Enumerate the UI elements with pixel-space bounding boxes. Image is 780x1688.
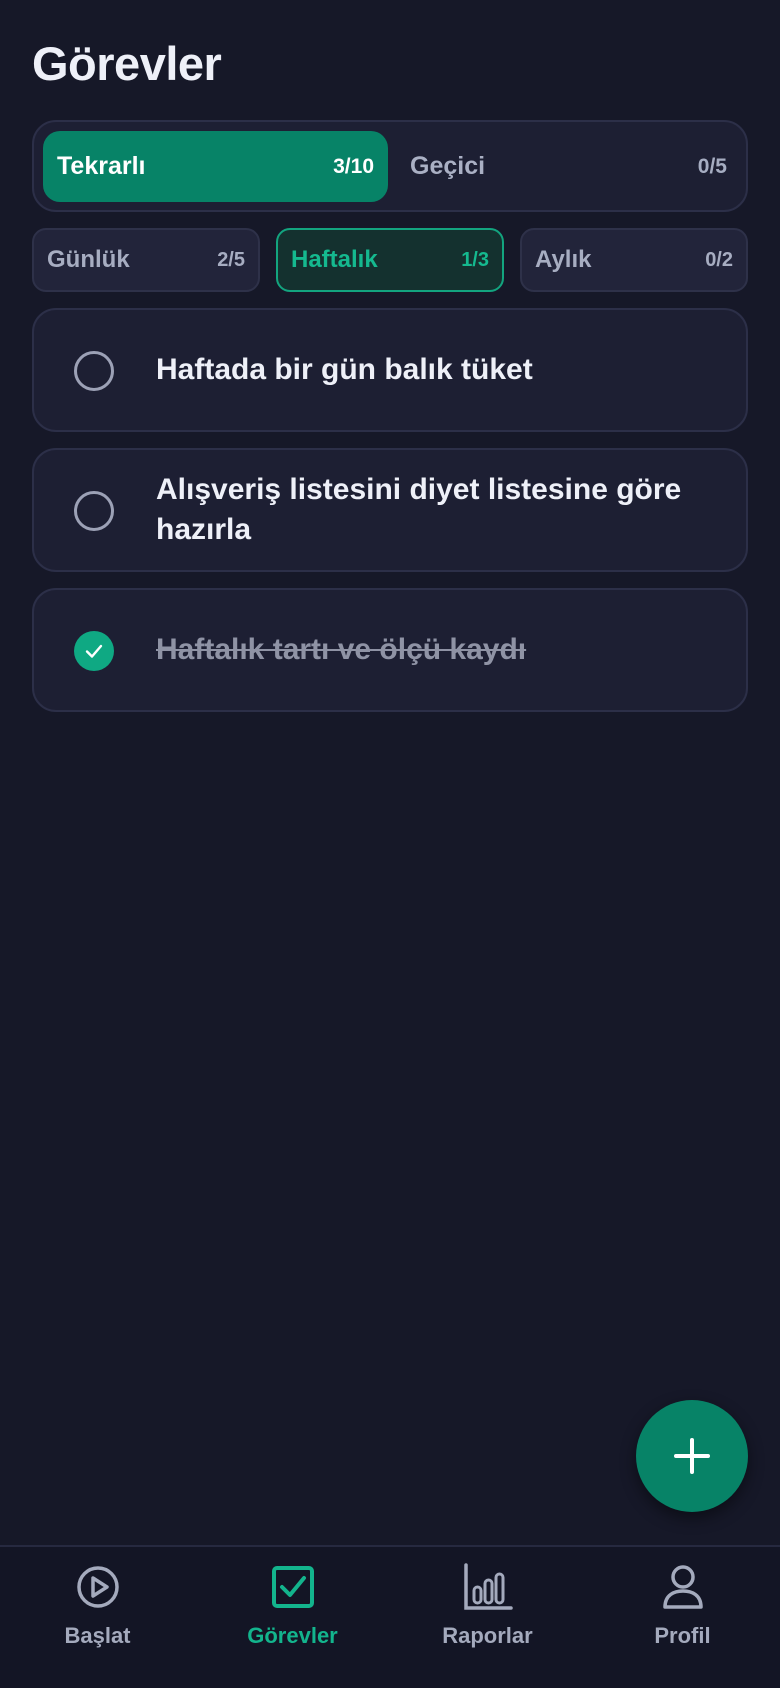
check-square-icon <box>267 1561 319 1613</box>
task-card[interactable]: Haftada bir gün balık tüket <box>32 308 748 432</box>
tab-temporary-label: Geçici <box>410 152 486 180</box>
user-icon <box>657 1561 709 1613</box>
tab-daily[interactable]: Günlük 2/5 <box>32 228 260 292</box>
tab-temporary[interactable]: Geçici 0/5 <box>396 131 741 202</box>
nav-item-label: Başlat <box>64 1623 131 1648</box>
nav-item-profile[interactable]: Profil <box>585 1561 780 1661</box>
period-filter: Günlük 2/5 Haftalık 1/3 Aylık 0/2 <box>32 228 748 292</box>
tab-temporary-count: 0/5 <box>697 154 727 178</box>
task-checkbox[interactable] <box>74 491 114 531</box>
tab-monthly[interactable]: Aylık 0/2 <box>520 228 748 292</box>
plus-icon <box>674 1438 710 1474</box>
nav-item-label: Görevler <box>247 1623 338 1648</box>
task-text: Haftalık tartı ve ölçü kaydı <box>156 633 527 666</box>
nav-item-reports[interactable]: Raporlar <box>390 1561 585 1661</box>
task-type-switch: Tekrarlı 3/10 Geçici 0/5 <box>32 120 748 212</box>
bar-chart-icon <box>462 1561 514 1613</box>
play-circle-icon <box>72 1561 124 1613</box>
task-checkbox[interactable] <box>74 351 114 391</box>
nav-item-label: Profil <box>654 1623 711 1648</box>
nav-item-tasks[interactable]: Görevler <box>195 1561 390 1661</box>
tab-recurring-label: Tekrarlı <box>57 152 146 180</box>
task-card[interactable]: Alışveriş listesini diyet listesine göre… <box>32 448 748 572</box>
tab-weekly-label: Haftalık <box>291 246 378 273</box>
tab-daily-count: 2/5 <box>217 248 245 271</box>
tab-recurring[interactable]: Tekrarlı 3/10 <box>43 131 388 202</box>
tab-weekly-count: 1/3 <box>461 248 489 271</box>
task-checkbox-checked[interactable] <box>74 631 114 671</box>
nav-item-label: Raporlar <box>442 1623 533 1648</box>
page-title: Görevler <box>32 37 222 90</box>
checkmark-icon <box>85 644 103 658</box>
task-text: Haftada bir gün balık tüket <box>156 353 533 386</box>
tab-daily-label: Günlük <box>47 246 130 273</box>
task-text: Alışveriş listesini diyet listesine göre… <box>156 473 682 546</box>
nav-item-start[interactable]: Başlat <box>0 1561 195 1661</box>
add-task-button[interactable] <box>636 1400 748 1512</box>
tab-recurring-count: 3/10 <box>333 154 374 178</box>
tab-weekly[interactable]: Haftalık 1/3 <box>276 228 504 292</box>
bottom-nav: Başlat Görevler Raporlar Profil <box>0 1545 780 1688</box>
tab-monthly-label: Aylık <box>535 246 592 273</box>
task-card[interactable]: Haftalık tartı ve ölçü kaydı <box>32 588 748 712</box>
tab-monthly-count: 0/2 <box>705 248 733 271</box>
